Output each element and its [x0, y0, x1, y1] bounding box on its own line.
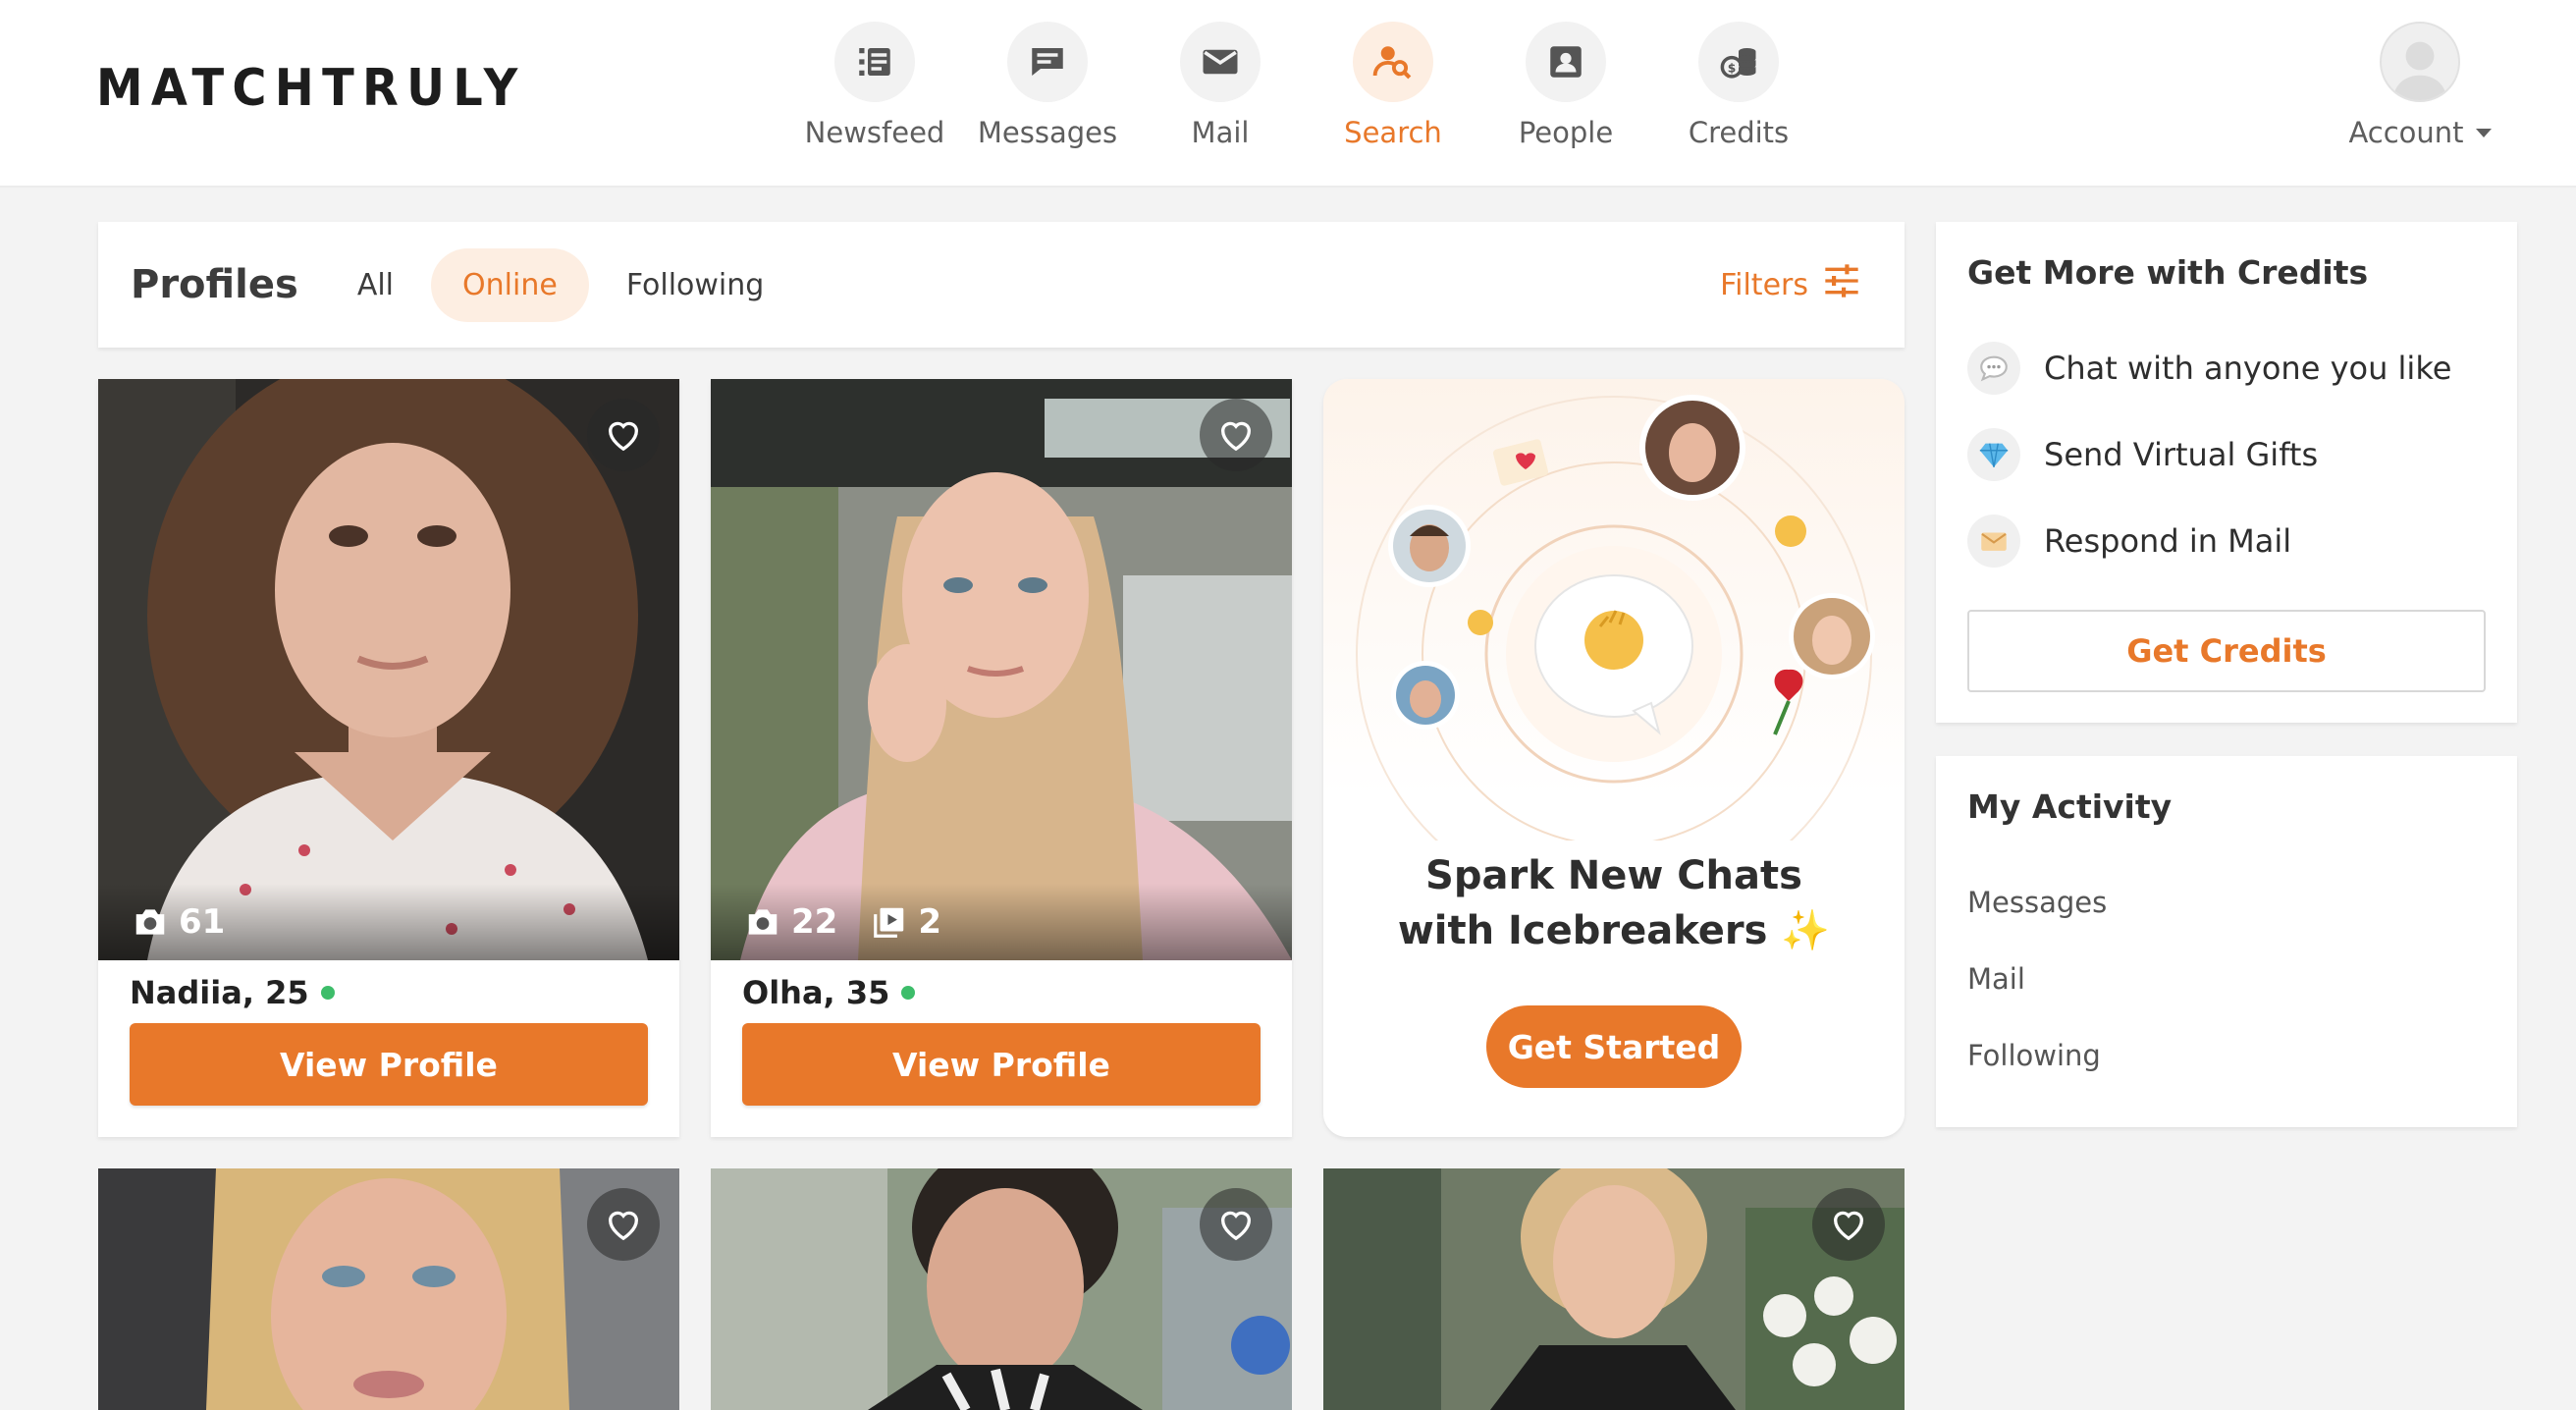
- tab-following[interactable]: Following: [595, 248, 796, 322]
- online-indicator: [320, 986, 335, 1000]
- perk-gifts: Send Virtual Gifts: [1967, 428, 2318, 481]
- activity-link-mail[interactable]: Mail: [1967, 962, 2025, 996]
- nav-label: Credits: [1688, 116, 1790, 149]
- heart-outline-icon: [1220, 1211, 1252, 1241]
- chat-bubble-icon: [1007, 22, 1088, 102]
- icebreaker-promo-card: Spark New Chats with Icebreakers ✨ Get S…: [1323, 379, 1905, 1137]
- nav-newsfeed[interactable]: Newsfeed: [788, 22, 961, 169]
- heart-outline-icon: [1220, 421, 1252, 452]
- heart-outline-icon: [1833, 1211, 1864, 1241]
- promo-title-line1: Spark New Chats: [1425, 853, 1802, 898]
- get-started-button[interactable]: Get Started: [1486, 1005, 1742, 1088]
- envelope-icon: [1180, 22, 1261, 102]
- nav-label: Search: [1344, 116, 1442, 149]
- perk-label: Chat with anyone you like: [2044, 350, 2452, 387]
- promo-title: Spark New Chats with Icebreakers ✨: [1323, 848, 1905, 958]
- filters-button[interactable]: Filters: [1720, 261, 1861, 308]
- favorite-heart-button[interactable]: [1200, 1188, 1272, 1261]
- profile-card[interactable]: [1323, 1168, 1905, 1410]
- heart-outline-icon: [608, 1211, 639, 1241]
- nav-search[interactable]: Search: [1307, 22, 1479, 169]
- contact-card-icon: [1526, 22, 1606, 102]
- account-menu[interactable]: Account: [2336, 22, 2503, 169]
- caret-down-icon: [2475, 128, 2492, 137]
- profile-card[interactable]: [711, 1168, 1292, 1410]
- chat-bubble-icon: [1967, 342, 2020, 395]
- video-count-value: 2: [918, 902, 941, 942]
- nav-label: Mail: [1191, 116, 1250, 149]
- perk-mail: Respond in Mail: [1967, 515, 2291, 568]
- nav-label: Newsfeed: [804, 116, 945, 149]
- newsfeed-icon: [834, 22, 915, 102]
- nav-credits[interactable]: $ Credits: [1652, 22, 1825, 169]
- person-search-icon: [1353, 22, 1433, 102]
- favorite-heart-button[interactable]: [587, 1188, 660, 1261]
- account-label: Account: [2348, 116, 2492, 149]
- favorite-heart-button[interactable]: [587, 399, 660, 471]
- nav-mail[interactable]: Mail: [1134, 22, 1307, 169]
- profile-photo[interactable]: 61: [98, 379, 679, 960]
- view-profile-button[interactable]: View Profile: [130, 1023, 648, 1106]
- activity-panel: My Activity Messages Mail Following: [1936, 756, 2517, 1127]
- tab-online[interactable]: Online: [431, 247, 589, 322]
- profile-name: Olha, 35: [742, 968, 916, 1017]
- perk-label: Send Virtual Gifts: [2044, 436, 2319, 473]
- top-header: MATCHTRULY Newsfeed Messages Mail Search…: [0, 0, 2576, 188]
- profile-card[interactable]: 61 Nadiia, 25 View Profile: [98, 379, 679, 1137]
- view-profile-button[interactable]: View Profile: [742, 1023, 1261, 1106]
- svg-text:$: $: [1728, 62, 1737, 76]
- nav-label: Messages: [977, 116, 1118, 149]
- filters-label: Filters: [1720, 267, 1808, 302]
- video-count: 2: [871, 902, 941, 942]
- diamond-icon: [1967, 428, 2020, 481]
- coins-icon: $: [1698, 22, 1779, 102]
- camera-icon: [748, 909, 778, 935]
- promo-title-line2-text: with Icebreakers: [1397, 908, 1768, 953]
- heart-outline-icon: [608, 421, 639, 452]
- photo-count: 61: [132, 902, 225, 942]
- sliders-icon: [1822, 261, 1861, 308]
- activity-link-following[interactable]: Following: [1967, 1039, 2101, 1072]
- profile-card[interactable]: 22 2 Olha, 35 View Profile: [711, 379, 1292, 1137]
- nav-messages[interactable]: Messages: [961, 22, 1134, 169]
- video-icon: [874, 907, 904, 938]
- promo-title-line2: with Icebreakers ✨: [1323, 903, 1905, 958]
- account-text: Account: [2348, 116, 2464, 149]
- nav-people[interactable]: People: [1479, 22, 1652, 169]
- profile-name-text: Nadiia, 25: [130, 974, 309, 1011]
- perk-label: Respond in Mail: [2044, 522, 2292, 560]
- envelope-icon: [1967, 515, 2020, 568]
- perk-chat: Chat with anyone you like: [1967, 342, 2451, 395]
- profile-card[interactable]: [98, 1168, 679, 1410]
- tab-all[interactable]: All: [326, 248, 425, 322]
- profiles-title: Profiles: [131, 262, 298, 307]
- profiles-bar: Profiles All Online Following Filters: [98, 222, 1905, 348]
- sparkle-icon: ✨: [1781, 908, 1831, 953]
- icebreaker-illustration: [1356, 395, 1875, 841]
- favorite-heart-button[interactable]: [1200, 399, 1272, 471]
- site-logo[interactable]: MATCHTRULY: [96, 59, 525, 118]
- activity-link-messages[interactable]: Messages: [1967, 886, 2107, 919]
- photo-count-value: 61: [179, 902, 226, 942]
- nav-label: People: [1518, 116, 1614, 149]
- online-indicator: [901, 986, 916, 1000]
- photo-stats: 61: [98, 884, 679, 960]
- profile-name-text: Olha, 35: [742, 974, 890, 1011]
- avatar: [2380, 22, 2460, 102]
- activity-panel-title: My Activity: [1967, 787, 2173, 826]
- profile-photo[interactable]: 22 2: [711, 379, 1292, 960]
- profile-name: Nadiia, 25: [130, 968, 335, 1017]
- credits-panel: Get More with Credits Chat with anyone y…: [1936, 222, 2517, 723]
- credits-panel-title: Get More with Credits: [1967, 253, 2369, 292]
- get-credits-button[interactable]: Get Credits: [1967, 610, 2486, 692]
- camera-icon: [135, 909, 165, 935]
- photo-count: 22: [744, 902, 837, 942]
- favorite-heart-button[interactable]: [1812, 1188, 1885, 1261]
- photo-stats: 22 2: [711, 884, 1292, 960]
- photo-count-value: 22: [791, 902, 838, 942]
